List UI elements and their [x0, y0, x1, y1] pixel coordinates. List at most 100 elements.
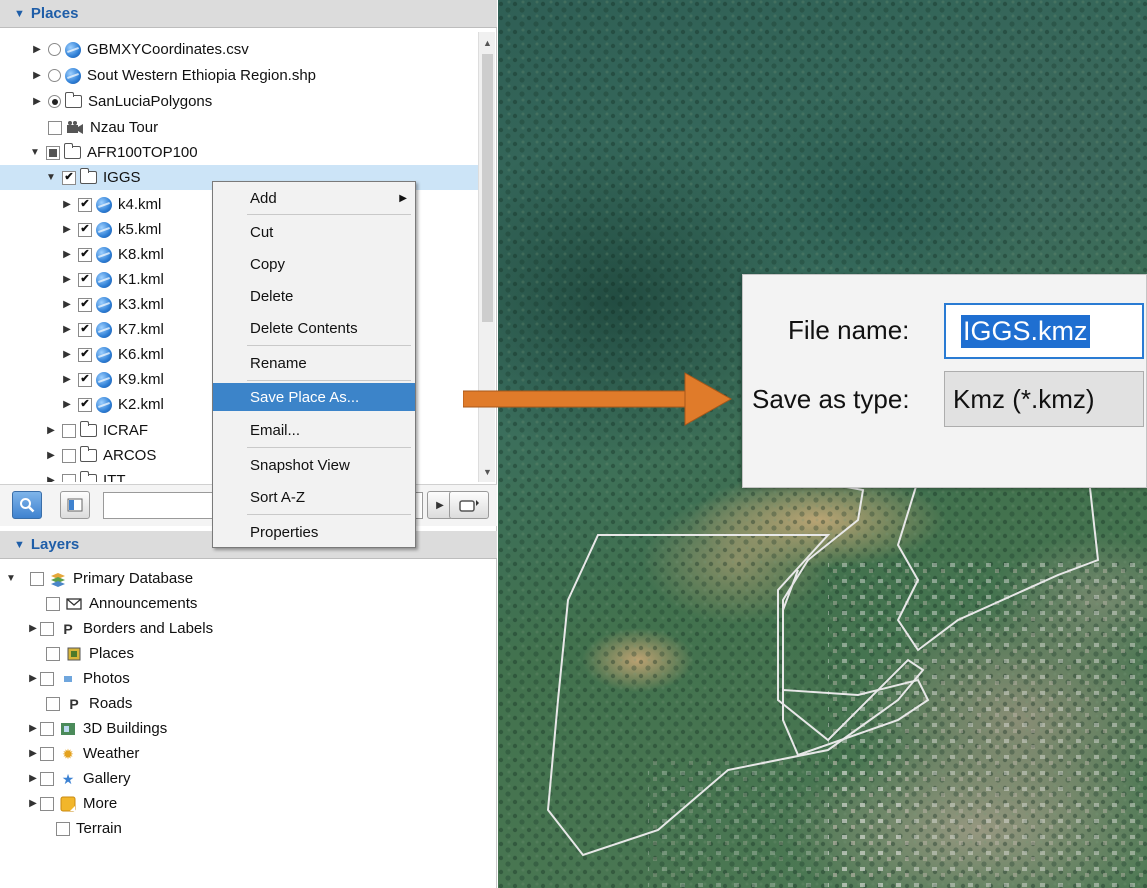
checkbox[interactable]	[46, 646, 60, 661]
collapse-triangle-icon[interactable]: ▼	[14, 539, 25, 551]
layer-item-places[interactable]: Places	[0, 641, 497, 666]
layer-item-announcements[interactable]: Announcements	[0, 591, 497, 616]
radio-button[interactable]	[48, 95, 61, 108]
panel-icon	[67, 498, 83, 512]
checkbox[interactable]	[62, 448, 76, 463]
layer-item-weather[interactable]: ▶ ✹ Weather	[0, 741, 497, 766]
checkbox[interactable]	[40, 721, 54, 736]
checkbox[interactable]	[62, 473, 76, 482]
checkbox[interactable]: ✔	[78, 197, 92, 212]
radio-button[interactable]	[48, 43, 61, 56]
checkbox[interactable]	[40, 771, 54, 786]
scroll-up-arrow-icon[interactable]: ▲	[479, 34, 496, 51]
checkbox[interactable]: ✔	[78, 247, 92, 262]
expand-arrow-icon[interactable]: ▶	[28, 623, 38, 634]
layer-item-borders-and-labels[interactable]: ▶ P Borders and Labels	[0, 616, 497, 641]
checkbox[interactable]	[62, 423, 76, 438]
expand-arrow-icon[interactable]: ▶	[32, 96, 42, 107]
expand-arrow-icon[interactable]: ▶	[62, 399, 72, 410]
expand-arrow-icon[interactable]: ▶	[62, 374, 72, 385]
expand-arrow-icon[interactable]: ▶	[62, 249, 72, 260]
layer-item-primary-database[interactable]: ▼ Primary Database	[0, 566, 497, 591]
globe-icon	[96, 346, 112, 363]
layer-item-label: More	[83, 795, 118, 812]
folder-open-icon	[80, 168, 97, 184]
checkbox[interactable]	[30, 571, 44, 586]
tree-item-gbmxycoordinates[interactable]: ▶ GBMXYCoordinates.csv	[0, 37, 478, 62]
checkbox[interactable]	[46, 596, 60, 611]
menu-item-delete-contents[interactable]: Delete Contents	[213, 314, 415, 342]
save-as-type-select[interactable]: Kmz (*.kmz)	[944, 371, 1144, 427]
checkbox[interactable]: ✔	[78, 297, 92, 312]
checkbox[interactable]	[40, 796, 54, 811]
places-header[interactable]: ▼ Places	[0, 0, 497, 28]
expand-arrow-icon[interactable]: ▶	[62, 274, 72, 285]
checkbox[interactable]: ✔	[78, 272, 92, 287]
expand-arrow-icon[interactable]: ▶	[46, 475, 56, 482]
expand-arrow-icon[interactable]: ▶	[62, 199, 72, 210]
expand-arrow-icon[interactable]: ▶	[62, 349, 72, 360]
menu-item-cut[interactable]: Cut	[213, 218, 415, 246]
checkbox[interactable]: ✔	[78, 322, 92, 337]
tree-item-sout-western-ethiopia[interactable]: ▶ Sout Western Ethiopia Region.shp	[0, 63, 478, 88]
scrollbar-thumb[interactable]	[482, 54, 493, 322]
expand-arrow-icon[interactable]: ▶	[28, 723, 38, 734]
collapse-arrow-icon[interactable]: ▼	[6, 573, 16, 584]
menu-item-save-place-as[interactable]: Save Place As...	[213, 383, 415, 411]
layer-item-3d-buildings[interactable]: ▶ 3D Buildings	[0, 716, 497, 741]
expand-arrow-icon[interactable]: ▶	[32, 44, 42, 55]
add-folder-button[interactable]	[449, 491, 489, 519]
expand-arrow-icon[interactable]: ▶	[28, 798, 38, 809]
tree-item-nzau-tour[interactable]: Nzau Tour	[0, 115, 478, 140]
toggle-panel-button[interactable]	[60, 491, 90, 519]
radio-button[interactable]	[48, 69, 61, 82]
collapse-triangle-icon[interactable]: ▼	[14, 8, 25, 20]
expand-arrow-icon[interactable]: ▶	[62, 299, 72, 310]
globe-icon	[65, 41, 81, 58]
expand-arrow-icon[interactable]: ▶	[28, 748, 38, 759]
checkbox[interactable]: ✔	[78, 347, 92, 362]
tree-item-label: SanLuciaPolygons	[88, 93, 213, 110]
collapse-arrow-icon[interactable]: ▼	[46, 172, 56, 183]
layer-item-roads[interactable]: P Roads	[0, 691, 497, 716]
checkbox[interactable]: ✔	[62, 170, 76, 185]
checkbox[interactable]	[48, 120, 62, 135]
checkbox[interactable]	[46, 696, 60, 711]
menu-item-sort-a-z[interactable]: Sort A-Z	[213, 483, 415, 511]
expand-arrow-icon[interactable]: ▶	[62, 224, 72, 235]
scroll-down-arrow-icon[interactable]: ▼	[479, 463, 496, 480]
checkbox[interactable]	[56, 821, 70, 836]
checkbox[interactable]: ✔	[78, 397, 92, 412]
menu-item-delete[interactable]: Delete	[213, 282, 415, 310]
menu-item-snapshot-view[interactable]: Snapshot View	[213, 451, 415, 479]
layer-item-terrain[interactable]: Terrain	[0, 816, 497, 841]
collapse-arrow-icon[interactable]: ▼	[30, 147, 40, 158]
tree-item-label: GBMXYCoordinates.csv	[87, 41, 249, 58]
menu-item-email[interactable]: Email...	[213, 416, 415, 444]
tree-item-afr100top100[interactable]: ▼ AFR100TOP100	[0, 140, 478, 165]
layer-item-more[interactable]: ▶ More	[0, 791, 497, 816]
layer-item-label: Borders and Labels	[83, 620, 214, 637]
menu-item-rename[interactable]: Rename	[213, 349, 415, 377]
tree-item-sanluciapolygons[interactable]: ▶ SanLuciaPolygons	[0, 89, 478, 114]
menu-item-properties[interactable]: Properties	[213, 518, 415, 546]
expand-arrow-icon[interactable]: ▶	[32, 70, 42, 81]
layer-item-gallery[interactable]: ▶ ★ Gallery	[0, 766, 497, 791]
places-header-label: Places	[30, 5, 79, 22]
expand-arrow-icon[interactable]: ▶	[62, 324, 72, 335]
layer-item-photos[interactable]: ▶ Photos	[0, 666, 497, 691]
menu-item-copy[interactable]: Copy	[213, 250, 415, 278]
checkbox[interactable]	[46, 145, 60, 160]
expand-arrow-icon[interactable]: ▶	[46, 425, 56, 436]
checkbox[interactable]: ✔	[78, 222, 92, 237]
checkbox[interactable]	[40, 671, 54, 686]
search-panel-button[interactable]	[12, 491, 42, 519]
checkbox[interactable]	[40, 621, 54, 636]
file-name-input[interactable]: IGGS.kmz	[944, 303, 1144, 359]
expand-arrow-icon[interactable]: ▶	[28, 773, 38, 784]
checkbox[interactable]: ✔	[78, 372, 92, 387]
expand-arrow-icon[interactable]: ▶	[46, 450, 56, 461]
expand-arrow-icon[interactable]: ▶	[28, 673, 38, 684]
menu-item-add[interactable]: Add ▶	[213, 184, 415, 212]
checkbox[interactable]	[40, 746, 54, 761]
